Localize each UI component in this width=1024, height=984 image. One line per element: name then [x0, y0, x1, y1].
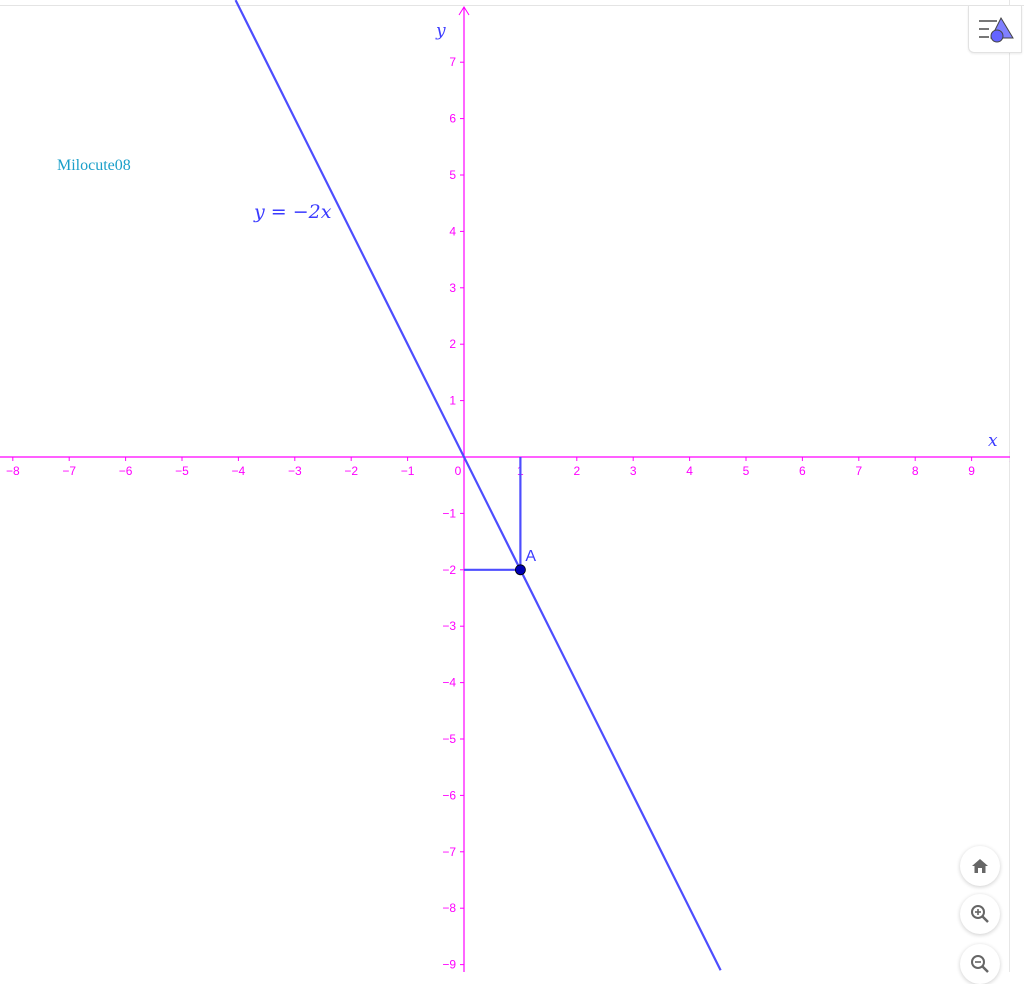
- y-tick-label: −7: [442, 845, 456, 859]
- home-button[interactable]: [960, 846, 1000, 886]
- x-tick-label: 3: [630, 464, 637, 478]
- y-tick-label: 7: [449, 55, 456, 69]
- tick-labels: −8 −7 −6 −5 −4 −3 −2 −1 0 1 2 3 4 5 6 7 8 9 −9 −8 −7 −6 −5 −4 −3…: [6, 55, 975, 971]
- x-tick-label: −6: [119, 464, 133, 478]
- zoom-out-button[interactable]: [960, 944, 1000, 984]
- y-tick-label: 4: [449, 224, 456, 238]
- x-tick-label: 6: [799, 464, 806, 478]
- point-label[interactable]: A: [525, 548, 536, 565]
- series: [234, 0, 722, 971]
- x-tick-label: −7: [62, 464, 76, 478]
- point-a[interactable]: [515, 564, 526, 576]
- y-tick-label: −8: [442, 901, 456, 915]
- x-tick-label: 7: [855, 464, 862, 478]
- x-tick-label: 0: [455, 464, 462, 478]
- x-tick-label: 8: [912, 464, 919, 478]
- x-tick-label: −1: [401, 464, 415, 478]
- y-tick-label: 6: [449, 112, 456, 126]
- function-label[interactable]: y = −2x: [253, 201, 332, 223]
- y-tick-label: 3: [449, 281, 456, 295]
- line-y-eq-minus-2x[interactable]: [234, 0, 722, 971]
- y-tick-label: −9: [442, 958, 456, 972]
- axes: [0, 6, 1010, 972]
- y-tick-label: 5: [449, 168, 456, 182]
- y-tick-label: 2: [449, 337, 456, 351]
- y-tick-label: −2: [442, 563, 456, 577]
- x-tick-label: −4: [232, 464, 246, 478]
- x-tick-label: −5: [175, 464, 189, 478]
- x-tick-label: −2: [344, 464, 358, 478]
- zoom-in-button[interactable]: [960, 894, 1000, 934]
- x-tick-label: −8: [6, 464, 20, 478]
- y-tick-label: −6: [442, 788, 456, 802]
- zoom-in-icon: [971, 905, 989, 923]
- y-tick-label: −5: [442, 732, 456, 746]
- y-tick-label: −3: [442, 619, 456, 633]
- x-axis-label: x: [988, 431, 998, 451]
- style-bar-toggle-button[interactable]: [968, 6, 1022, 53]
- graphics-view[interactable]: −8 −7 −6 −5 −4 −3 −2 −1 0 1 2 3 4 5 6 7 8 9 −9 −8 −7 −6 −5 −4 −3…: [0, 0, 1010, 972]
- y-axis-label: y: [435, 21, 446, 41]
- graphics-style-icon: [979, 16, 1014, 43]
- x-tick-label: 2: [573, 464, 580, 478]
- x-tick-label: 5: [743, 464, 750, 478]
- y-tick-label: −1: [442, 506, 456, 520]
- y-tick-label: −4: [442, 676, 456, 690]
- x-tick-label: −3: [288, 464, 302, 478]
- home-icon: [972, 859, 988, 873]
- x-tick-label: 4: [686, 464, 693, 478]
- y-tick-label: 1: [449, 394, 456, 408]
- watermark-text: Milocute08: [57, 157, 131, 174]
- x-tick-label: 9: [968, 464, 975, 478]
